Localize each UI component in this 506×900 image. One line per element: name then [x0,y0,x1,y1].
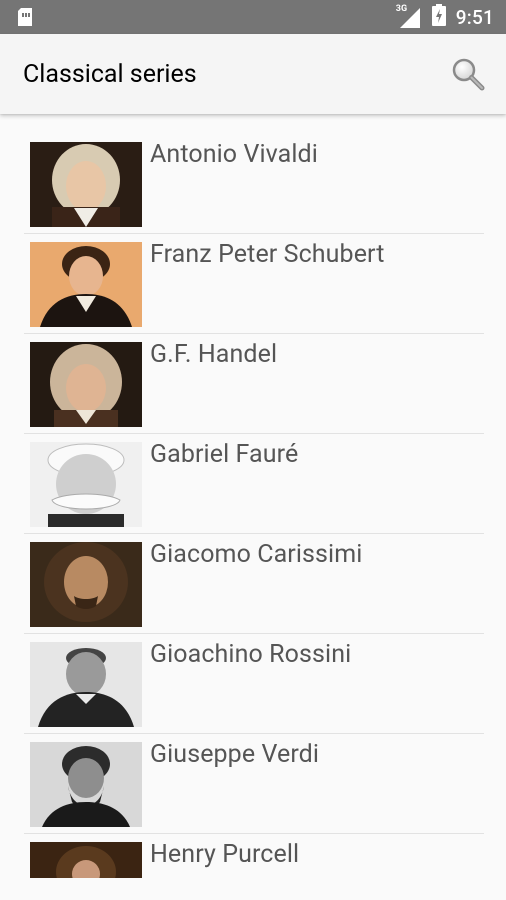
composer-item[interactable]: G.F. Handel [24,334,484,434]
composer-item[interactable]: Gabriel Fauré [24,434,484,534]
composer-name: G.F. Handel [150,340,278,369]
composer-portrait [30,542,142,627]
status-bar: 3G 9:51 [0,0,506,34]
composer-portrait [30,842,142,878]
page-title: Classical series [23,60,197,89]
composer-name: Giacomo Carissimi [150,540,363,569]
composer-portrait [30,742,142,827]
signal-icon: 3G [396,4,422,28]
composer-portrait [30,142,142,227]
app-bar: Classical series [0,34,506,114]
composer-portrait [30,242,142,327]
battery-icon [431,4,446,30]
composer-portrait [30,442,142,527]
composer-name: Gabriel Fauré [150,440,299,469]
composer-name: Giuseppe Verdi [150,740,320,769]
composer-name: Henry Purcell [150,840,300,869]
composer-item[interactable]: Henry Purcell [24,834,484,884]
composer-portrait [30,642,142,727]
composer-name: Antonio Vivaldi [150,140,318,169]
composer-list: Antonio Vivaldi Franz Peter Schubert G.F… [24,134,484,884]
clock: 9:51 [455,5,494,29]
composer-name: Gioachino Rossini [150,640,352,669]
search-button[interactable] [450,56,486,92]
composer-portrait [30,342,142,427]
composer-item[interactable]: Giacomo Carissimi [24,534,484,634]
sim-card-icon [18,8,32,30]
search-icon [452,58,485,91]
composer-item[interactable]: Antonio Vivaldi [24,134,484,234]
composer-item[interactable]: Franz Peter Schubert [24,234,484,334]
composer-item[interactable]: Giuseppe Verdi [24,734,484,834]
composer-item[interactable]: Gioachino Rossini [24,634,484,734]
composer-name: Franz Peter Schubert [150,240,385,269]
